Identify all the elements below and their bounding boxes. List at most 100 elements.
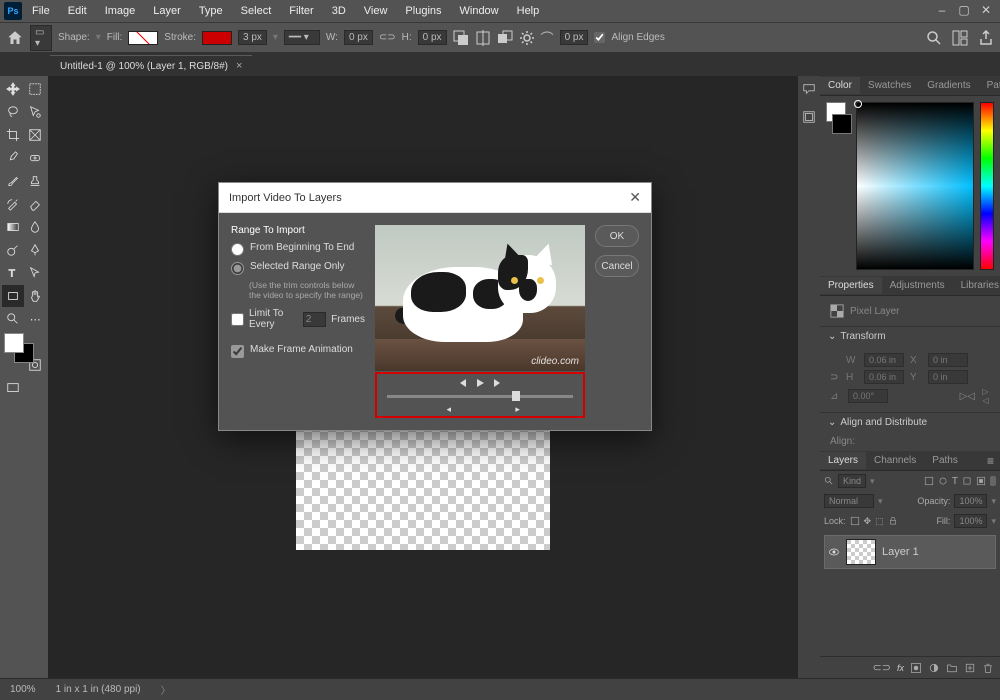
limit-frames-field[interactable]: 2 — [303, 312, 326, 327]
foreground-background-colors[interactable] — [2, 331, 24, 371]
width-value[interactable]: 0.06 in — [864, 353, 904, 367]
hue-slider[interactable] — [980, 102, 994, 270]
lock-pixels-icon[interactable] — [850, 516, 860, 526]
blur-tool[interactable] — [25, 216, 47, 238]
fill-swatch[interactable] — [128, 31, 158, 45]
document-tab[interactable]: Untitled-1 @ 100% (Layer 1, RGB/8#) × — [50, 55, 252, 76]
stamp-tool[interactable] — [25, 170, 47, 192]
radius-field[interactable]: 0 px — [560, 30, 589, 45]
flip-vertical-icon[interactable]: ▷◁ — [981, 387, 990, 405]
filter-adjust-icon[interactable] — [938, 476, 948, 486]
blend-mode-dropdown[interactable]: Normal — [824, 494, 874, 508]
color-field[interactable] — [856, 102, 974, 270]
rectangle-tool[interactable] — [2, 285, 24, 307]
crop-tool[interactable] — [2, 124, 24, 146]
window-minimize-icon[interactable]: – — [932, 3, 952, 19]
from-beginning-radio[interactable]: From Beginning To End — [231, 242, 365, 256]
brush-tool[interactable] — [2, 170, 24, 192]
menu-plugins[interactable]: Plugins — [397, 3, 449, 19]
layer-search-icon[interactable] — [824, 476, 834, 486]
screen-mode-icon[interactable] — [2, 377, 24, 399]
edit-toolbar-icon[interactable]: ⋯ — [25, 308, 47, 330]
menu-type[interactable]: Type — [191, 3, 231, 19]
stroke-swatch[interactable] — [202, 31, 232, 45]
play-icon[interactable] — [475, 378, 485, 388]
stroke-width-field[interactable]: 3 px — [238, 30, 267, 45]
x-value[interactable]: 0 in — [928, 353, 968, 367]
link-layers-icon[interactable]: ⊂⊃ — [873, 661, 891, 674]
panel-menu-icon[interactable]: ≡ — [981, 452, 1000, 470]
comments-panel-icon[interactable] — [802, 82, 816, 96]
history-brush-tool[interactable] — [2, 193, 24, 215]
type-tool[interactable]: T — [2, 262, 24, 284]
path-arrange-icon[interactable] — [497, 30, 513, 46]
tab-color[interactable]: Color — [820, 77, 860, 94]
bg-color-swatch[interactable] — [832, 114, 852, 134]
align-section-header[interactable]: ⌄Align and Distribute — [820, 412, 1000, 432]
lasso-tool[interactable] — [2, 101, 24, 123]
trim-range[interactable]: ◂ ▸ — [387, 406, 573, 408]
pen-tool[interactable] — [25, 239, 47, 261]
align-edges-checkbox[interactable] — [594, 32, 605, 43]
limit-frames-checkbox[interactable] — [231, 313, 244, 326]
home-icon[interactable] — [6, 29, 24, 47]
zoom-level[interactable]: 100% — [10, 684, 36, 695]
selection-tool[interactable] — [25, 101, 47, 123]
trim-in-handle[interactable]: ◂ — [447, 404, 452, 415]
eyedropper-tool[interactable] — [2, 147, 24, 169]
width-field[interactable]: 0 px — [344, 30, 373, 45]
lock-position-icon[interactable]: ✥ — [864, 516, 872, 527]
tab-patterns[interactable]: Patterns — [979, 77, 1000, 94]
transform-section-header[interactable]: ⌄Transform — [820, 326, 1000, 346]
menu-3d[interactable]: 3D — [324, 3, 354, 19]
path-select-tool[interactable] — [25, 262, 47, 284]
lock-artboard-icon[interactable]: ⬚ — [875, 516, 884, 527]
group-icon[interactable] — [946, 662, 958, 674]
layer-row[interactable]: Layer 1 — [824, 535, 996, 569]
layer-mask-icon[interactable] — [910, 662, 922, 674]
opacity-value[interactable]: 100% — [954, 494, 987, 508]
gradient-tool[interactable] — [2, 216, 24, 238]
dodge-tool[interactable] — [2, 239, 24, 261]
move-tool[interactable] — [2, 78, 24, 100]
shape-preset-dropdown[interactable]: ▭ ▾ — [30, 25, 52, 51]
new-layer-icon[interactable] — [964, 662, 976, 674]
layer-filter-kind[interactable]: Kind — [838, 474, 866, 488]
frame-tool[interactable] — [25, 124, 47, 146]
delete-layer-icon[interactable] — [982, 662, 994, 674]
menu-image[interactable]: Image — [97, 3, 144, 19]
share-icon[interactable] — [978, 30, 994, 46]
stroke-style-dropdown[interactable]: ━━ ▾ — [284, 30, 320, 45]
filter-type-icon[interactable]: T — [952, 476, 958, 487]
step-forward-icon[interactable] — [493, 378, 503, 388]
link-dimensions-icon[interactable]: ⊃ — [830, 372, 840, 383]
menu-window[interactable]: Window — [452, 3, 507, 19]
healing-tool[interactable] — [25, 147, 47, 169]
height-value[interactable]: 0.06 in — [864, 370, 904, 384]
gear-icon[interactable] — [519, 30, 535, 46]
tab-paths[interactable]: Paths — [924, 452, 966, 469]
tab-adjustments[interactable]: Adjustments — [882, 277, 953, 294]
filter-pixel-icon[interactable] — [924, 476, 934, 486]
layer-name[interactable]: Layer 1 — [882, 546, 919, 558]
menu-view[interactable]: View — [356, 3, 396, 19]
step-back-icon[interactable] — [457, 378, 467, 388]
menu-file[interactable]: File — [24, 3, 58, 19]
link-wh-icon[interactable]: ⊂⊃ — [379, 32, 396, 43]
y-value[interactable]: 0 in — [928, 370, 968, 384]
visibility-icon[interactable] — [828, 546, 840, 558]
window-close-icon[interactable]: ✕ — [976, 3, 996, 19]
path-align-icon[interactable] — [475, 30, 491, 46]
search-icon[interactable] — [926, 30, 942, 46]
document-tab-close-icon[interactable]: × — [236, 60, 242, 72]
menu-layer[interactable]: Layer — [145, 3, 189, 19]
menu-select[interactable]: Select — [233, 3, 280, 19]
filter-shape-icon[interactable] — [962, 476, 972, 486]
menu-filter[interactable]: Filter — [281, 3, 321, 19]
dialog-close-icon[interactable]: ✕ — [629, 189, 641, 206]
make-frame-animation-checkbox[interactable]: Make Frame Animation — [231, 344, 365, 358]
cancel-button[interactable]: Cancel — [595, 255, 639, 277]
ok-button[interactable]: OK — [595, 225, 639, 247]
filter-toggle-icon[interactable] — [990, 476, 996, 486]
radius-icon[interactable]: ⌒ — [541, 28, 554, 47]
